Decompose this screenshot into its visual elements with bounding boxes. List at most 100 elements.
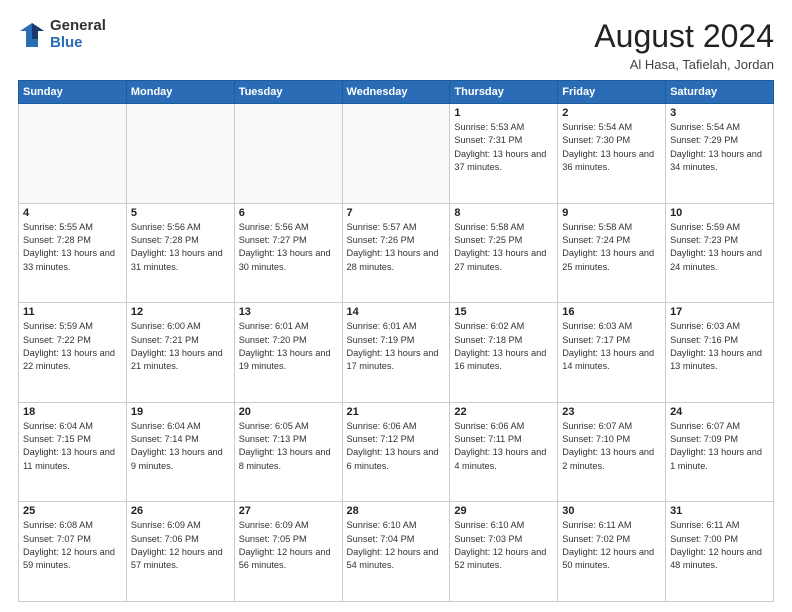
day-cell-5: 5Sunrise: 5:56 AMSunset: 7:28 PMDaylight… xyxy=(126,203,234,303)
sunset-label: Sunset: 7:24 PM xyxy=(562,235,630,245)
sunset-label: Sunset: 7:26 PM xyxy=(347,235,415,245)
day-cell-31: 31Sunrise: 6:11 AMSunset: 7:00 PMDayligh… xyxy=(666,502,774,602)
day-number: 12 xyxy=(131,306,230,318)
sunset-label: Sunset: 7:05 PM xyxy=(239,534,307,544)
day-cell-22: 22 Sunrise: 6:06 AMSunset: 7:11 PMDayligh… xyxy=(450,402,558,502)
daylight-label: Daylight: 12 hours and 59 minutes. xyxy=(23,547,115,570)
day-cell-3: 3 Sunrise: 5:54 AM Sunset: 7:29 PM Daylight… xyxy=(666,104,774,204)
sunset-label: Sunset: 7:07 PM xyxy=(23,534,91,544)
sunset-label: Sunset: 7:18 PM xyxy=(454,335,522,345)
day-info: Sunrise: 6:01 AMSunset: 7:19 PMDaylight:… xyxy=(347,320,446,373)
day-info: Sunrise: 5:56 AMSunset: 7:28 PMDaylight:… xyxy=(131,221,230,274)
sunset-label: Sunset: 7:29 PM xyxy=(670,135,738,145)
empty-cell xyxy=(342,104,450,204)
day-info: Sunrise: 5:54 AMSunset: 7:30 PMDaylight:… xyxy=(562,121,661,174)
weekday-header-sunday: Sunday xyxy=(19,81,127,104)
sunrise-label: Sunrise: 5:54 AM xyxy=(670,122,740,132)
daylight-label: Daylight: 12 hours and 54 minutes. xyxy=(347,547,439,570)
sunset-label: Sunset: 7:31 PM xyxy=(454,135,522,145)
day-number: 20 xyxy=(239,406,338,418)
day-info: Sunrise: 6:06 AMSunset: 7:11 PMDaylight:… xyxy=(454,420,553,473)
day-info: Sunrise: 6:03 AMSunset: 7:17 PMDaylight:… xyxy=(562,320,661,373)
day-cell-20: 20Sunrise: 6:05 AMSunset: 7:13 PMDayligh… xyxy=(234,402,342,502)
sunset-label: Sunset: 7:03 PM xyxy=(454,534,522,544)
sunrise-label: Sunrise: 6:04 AM xyxy=(131,421,201,431)
day-cell-29: 29Sunrise: 6:10 AMSunset: 7:03 PMDayligh… xyxy=(450,502,558,602)
empty-cell xyxy=(234,104,342,204)
daylight-label: Daylight: 13 hours and 9 minutes. xyxy=(131,447,223,470)
day-cell-27: 27Sunrise: 6:09 AMSunset: 7:05 PMDayligh… xyxy=(234,502,342,602)
sunset-label: Sunset: 7:00 PM xyxy=(670,534,738,544)
sunset-label: Sunset: 7:02 PM xyxy=(562,534,630,544)
sunrise-label: Sunrise: 6:05 AM xyxy=(239,421,309,431)
day-number: 3 xyxy=(670,107,769,119)
daylight-label: Daylight: 13 hours and 34 minutes. xyxy=(670,149,762,172)
day-number: 22 xyxy=(454,406,553,418)
sunset-label: Sunset: 7:16 PM xyxy=(670,335,738,345)
sunrise-label: Sunrise: 6:11 AM xyxy=(670,520,739,530)
day-cell-16: 16Sunrise: 6:03 AMSunset: 7:17 PMDayligh… xyxy=(558,303,666,403)
daylight-label: Daylight: 13 hours and 31 minutes. xyxy=(131,248,223,271)
day-number: 1 xyxy=(454,107,553,119)
daylight-label: Daylight: 13 hours and 17 minutes. xyxy=(347,348,439,371)
day-number: 29 xyxy=(454,505,553,517)
day-cell-10: 10Sunrise: 5:59 AMSunset: 7:23 PMDayligh… xyxy=(666,203,774,303)
weekday-header-monday: Monday xyxy=(126,81,234,104)
sunset-label: Sunset: 7:14 PM xyxy=(131,434,199,444)
day-number: 17 xyxy=(670,306,769,318)
day-cell-6: 6Sunrise: 5:56 AMSunset: 7:27 PMDaylight… xyxy=(234,203,342,303)
sunrise-label: Sunrise: 5:59 AM xyxy=(23,321,93,331)
day-number: 30 xyxy=(562,505,661,517)
weekday-header-row: SundayMondayTuesdayWednesdayThursdayFrid… xyxy=(19,81,774,104)
sunset-label: Sunset: 7:15 PM xyxy=(23,434,91,444)
sunrise-label: Sunrise: 5:54 AM xyxy=(562,122,632,132)
day-info: Sunrise: 6:07 AMSunset: 7:10 PMDaylight:… xyxy=(562,420,661,473)
sunrise-label: Sunrise: 6:03 AM xyxy=(670,321,740,331)
sunrise-label: Sunrise: 6:01 AM xyxy=(239,321,309,331)
day-number: 10 xyxy=(670,207,769,219)
sunrise-label: Sunrise: 5:58 AM xyxy=(562,222,632,232)
sunrise-label: Sunrise: 6:04 AM xyxy=(23,421,93,431)
page: General Blue August 2024 Al Hasa, Tafiel… xyxy=(0,0,792,612)
day-cell-12: 12Sunrise: 6:00 AMSunset: 7:21 PMDayligh… xyxy=(126,303,234,403)
daylight-label: Daylight: 12 hours and 57 minutes. xyxy=(131,547,223,570)
calendar-week-2: 4Sunrise: 5:55 AMSunset: 7:28 PMDaylight… xyxy=(19,203,774,303)
day-cell-18: 18Sunrise: 6:04 AMSunset: 7:15 PMDayligh… xyxy=(19,402,127,502)
day-number: 24 xyxy=(670,406,769,418)
daylight-label: Daylight: 13 hours and 14 minutes. xyxy=(562,348,654,371)
sunrise-label: Sunrise: 5:55 AM xyxy=(23,222,93,232)
sunset-label: Sunset: 7:23 PM xyxy=(670,235,738,245)
daylight-label: Daylight: 13 hours and 6 minutes. xyxy=(347,447,439,470)
sunrise-label: Sunrise: 6:07 AM xyxy=(562,421,632,431)
sunrise-label: Sunrise: 5:59 AM xyxy=(670,222,740,232)
day-info: Sunrise: 6:08 AMSunset: 7:07 PMDaylight:… xyxy=(23,519,122,572)
calendar-week-4: 18Sunrise: 6:04 AMSunset: 7:15 PMDayligh… xyxy=(19,402,774,502)
sunrise-label: Sunrise: 5:56 AM xyxy=(239,222,309,232)
day-info: Sunrise: 6:07 AMSunset: 7:09 PMDaylight:… xyxy=(670,420,769,473)
day-number: 2 xyxy=(562,107,661,119)
day-cell-14: 14Sunrise: 6:01 AMSunset: 7:19 PMDayligh… xyxy=(342,303,450,403)
header: General Blue August 2024 Al Hasa, Tafiel… xyxy=(18,18,774,72)
logo-blue: Blue xyxy=(50,35,106,52)
day-info: Sunrise: 5:53 AM Sunset: 7:31 PM Daylight:… xyxy=(454,121,553,174)
sunset-label: Sunset: 7:11 PM xyxy=(454,434,521,444)
sunset-label: Sunset: 7:22 PM xyxy=(23,335,91,345)
weekday-header-thursday: Thursday xyxy=(450,81,558,104)
sunset-label: Sunset: 7:12 PM xyxy=(347,434,415,444)
day-number: 25 xyxy=(23,505,122,517)
sunrise-label: Sunrise: 6:09 AM xyxy=(239,520,309,530)
day-info: Sunrise: 6:09 AMSunset: 7:05 PMDaylight:… xyxy=(239,519,338,572)
day-number: 6 xyxy=(239,207,338,219)
sunrise-label: Sunrise: 5:53 AM xyxy=(454,122,524,132)
day-cell-25: 25 Sunrise: 6:08 AMSunset: 7:07 PMDayligh… xyxy=(19,502,127,602)
sunset-label: Sunset: 7:10 PM xyxy=(562,434,630,444)
daylight-label: Daylight: 12 hours and 50 minutes. xyxy=(562,547,654,570)
day-cell-9: 9Sunrise: 5:58 AMSunset: 7:24 PMDaylight… xyxy=(558,203,666,303)
daylight-label: Daylight: 13 hours and 37 minutes. xyxy=(454,149,546,172)
calendar-week-3: 11Sunrise: 5:59 AMSunset: 7:22 PMDayligh… xyxy=(19,303,774,403)
day-info: Sunrise: 6:04 AMSunset: 7:15 PMDaylight:… xyxy=(23,420,122,473)
day-number: 31 xyxy=(670,505,769,517)
title-block: August 2024 Al Hasa, Tafielah, Jordan xyxy=(594,18,774,72)
sunrise-label: Sunrise: 6:03 AM xyxy=(562,321,632,331)
sunset-label: Sunset: 7:06 PM xyxy=(131,534,199,544)
